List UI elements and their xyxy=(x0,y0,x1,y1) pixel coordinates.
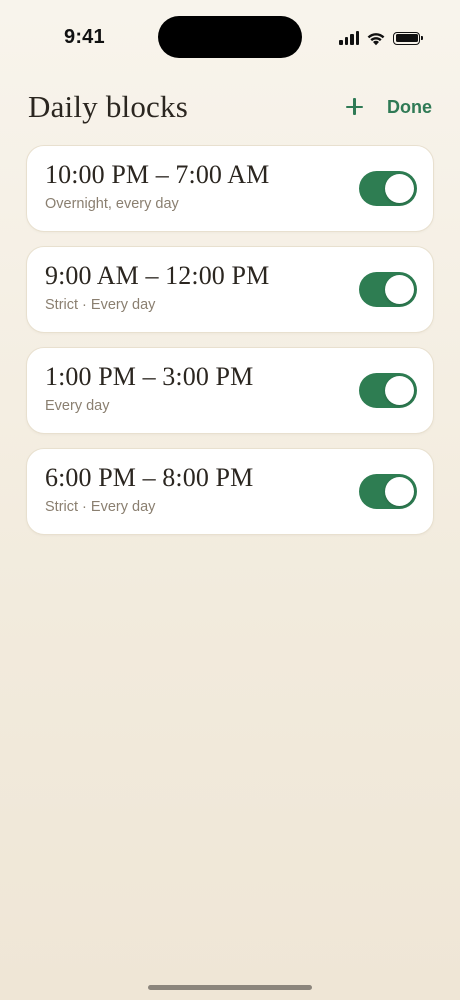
blocks-list: 10:00 PM – 7:00 AM Overnight, every day … xyxy=(26,145,434,535)
header-actions: Done xyxy=(343,95,432,119)
toggle-knob xyxy=(385,275,414,304)
battery-icon xyxy=(393,31,423,45)
block-card[interactable]: 10:00 PM – 7:00 AM Overnight, every day xyxy=(26,145,434,232)
block-time-range: 10:00 PM – 7:00 AM xyxy=(45,160,270,189)
status-bar: 9:41 xyxy=(0,0,460,70)
block-time-range: 6:00 PM – 8:00 PM xyxy=(45,463,254,492)
block-subtitle: Strict · Every day xyxy=(45,499,156,515)
home-indicator[interactable] xyxy=(148,985,312,990)
status-time: 9:41 xyxy=(64,26,105,48)
page-title: Daily blocks xyxy=(28,89,188,124)
dynamic-island xyxy=(158,16,302,58)
block-toggle[interactable] xyxy=(359,373,417,408)
done-button[interactable]: Done xyxy=(387,97,432,118)
block-card[interactable]: 1:00 PM – 3:00 PM Every day xyxy=(26,347,434,434)
block-time-range: 9:00 AM – 12:00 PM xyxy=(45,261,270,290)
block-card[interactable]: 6:00 PM – 8:00 PM Strict · Every day xyxy=(26,448,434,535)
block-toggle[interactable] xyxy=(359,272,417,307)
block-toggle[interactable] xyxy=(359,474,417,509)
toggle-knob xyxy=(385,376,414,405)
status-icons xyxy=(339,28,423,48)
block-subtitle: Every day xyxy=(45,398,110,414)
toggle-knob xyxy=(385,174,414,203)
block-subtitle: Overnight, every day xyxy=(45,196,179,212)
plus-icon-stroke xyxy=(353,98,356,115)
add-block-button[interactable] xyxy=(343,95,367,119)
block-subtitle: Strict · Every day xyxy=(45,297,156,313)
block-card[interactable]: 9:00 AM – 12:00 PM Strict · Every day xyxy=(26,246,434,333)
signal-icon xyxy=(339,31,359,45)
block-toggle[interactable] xyxy=(359,171,417,206)
block-time-range: 1:00 PM – 3:00 PM xyxy=(45,362,254,391)
header: Daily blocks Done xyxy=(28,84,432,130)
wifi-icon xyxy=(367,32,385,45)
toggle-knob xyxy=(385,477,414,506)
